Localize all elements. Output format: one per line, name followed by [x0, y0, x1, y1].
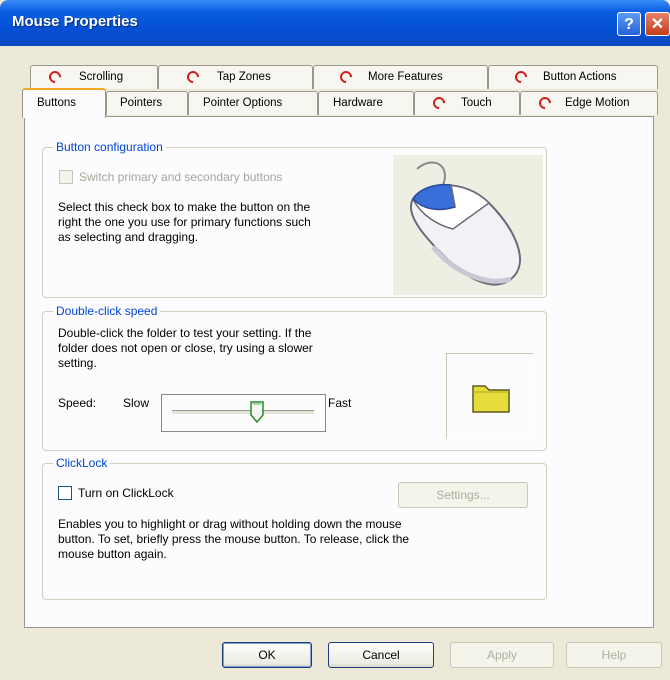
group-legend: Double-click speed	[53, 303, 161, 319]
tab-more-features[interactable]: More Features	[313, 65, 488, 89]
mouse-illustration	[393, 155, 543, 295]
tab-pointer-options[interactable]: Pointer Options	[188, 91, 318, 115]
tab-label: Hardware	[333, 97, 383, 109]
help-button[interactable]: Help	[566, 642, 662, 668]
tab-label: Edge Motion	[565, 97, 630, 109]
close-button[interactable]: ✕	[645, 12, 670, 36]
tab-scrolling[interactable]: Scrolling	[30, 65, 158, 89]
button-config-description-line: right the one you use for primary functi…	[58, 215, 311, 229]
title-bar[interactable]: Mouse Properties ? ✕	[0, 0, 670, 46]
switch-buttons-checkbox[interactable]	[59, 170, 73, 184]
settings-button-label: Settings...	[436, 488, 490, 502]
tab-label: Scrolling	[79, 71, 124, 83]
buttons-tab-panel: Button configuration Switch primary and …	[24, 116, 654, 628]
tab-label: Pointer Options	[203, 97, 283, 109]
button-config-description-line: as selecting and dragging.	[58, 230, 199, 244]
button-config-description-line: Select this check box to make the button…	[58, 200, 311, 214]
synaptics-icon	[337, 68, 355, 86]
tab-pointers[interactable]: Pointers	[106, 91, 188, 115]
slider-track	[172, 410, 314, 415]
clicklock-description-line: mouse button again.	[58, 547, 167, 561]
cancel-button-label: Cancel	[362, 648, 400, 662]
synaptics-icon	[46, 68, 64, 86]
tab-buttons[interactable]: Buttons	[22, 88, 106, 118]
double-click-description-line: setting.	[58, 356, 97, 370]
synaptics-icon	[184, 68, 202, 86]
synaptics-icon	[430, 94, 448, 112]
double-click-description-line: folder does not open or close, try using…	[58, 341, 313, 355]
tab-label: Pointers	[120, 97, 163, 109]
group-legend: ClickLock	[53, 455, 111, 471]
tab-hardware[interactable]: Hardware	[318, 91, 414, 115]
ok-button[interactable]: OK	[222, 642, 312, 668]
clicklock-settings-button[interactable]: Settings...	[398, 482, 528, 508]
help-button-label: Help	[601, 648, 627, 662]
tab-label: Buttons	[37, 97, 76, 109]
question-icon: ?	[624, 16, 634, 33]
group-legend: Button configuration	[53, 139, 166, 155]
clicklock-checkbox-label: Turn on ClickLock	[78, 486, 174, 500]
close-icon: ✕	[650, 16, 665, 33]
tab-button-actions[interactable]: Button Actions	[488, 65, 658, 89]
clicklock-checkbox[interactable]	[58, 486, 72, 500]
cancel-button[interactable]: Cancel	[328, 642, 434, 668]
clicklock-group: ClickLock Turn on ClickLock Settings... …	[42, 455, 547, 600]
fast-label: Fast	[328, 396, 352, 410]
slider-thumb[interactable]	[250, 401, 264, 423]
apply-button[interactable]: Apply	[450, 642, 554, 668]
clicklock-description-line: button. To set, briefly press the mouse …	[58, 532, 410, 546]
synaptics-icon	[512, 68, 530, 86]
double-click-description-line: Double-click the folder to test your set…	[58, 326, 312, 340]
tab-tap-zones[interactable]: Tap Zones	[158, 65, 313, 89]
ok-button-label: OK	[258, 648, 276, 662]
speed-label: Speed:	[58, 396, 97, 410]
tab-edge-motion[interactable]: Edge Motion	[520, 91, 658, 115]
mouse-properties-window: Mouse Properties ? ✕ Scrolling Tap Zones…	[0, 0, 670, 680]
double-click-speed-group: Double-click speed Double-click the fold…	[42, 303, 547, 451]
tab-label: Tap Zones	[217, 71, 271, 83]
tab-touch[interactable]: Touch	[414, 91, 520, 115]
slow-label: Slow	[123, 396, 150, 410]
apply-button-label: Apply	[486, 648, 518, 662]
clicklock-description-line: Enables you to highlight or drag without…	[58, 517, 402, 531]
mouse-icon	[410, 161, 521, 286]
folder-icon[interactable]	[471, 380, 511, 414]
double-click-speed-slider[interactable]	[161, 394, 326, 432]
help-title-button[interactable]: ?	[617, 12, 641, 36]
window-title: Mouse Properties	[12, 13, 138, 30]
tab-label: Touch	[461, 97, 492, 109]
tab-label: Button Actions	[543, 71, 617, 83]
switch-buttons-label: Switch primary and secondary buttons	[79, 170, 283, 184]
tab-label: More Features	[368, 71, 443, 83]
test-folder-area[interactable]	[446, 353, 534, 439]
synaptics-icon	[536, 94, 554, 112]
button-configuration-group: Button configuration Switch primary and …	[42, 139, 547, 298]
